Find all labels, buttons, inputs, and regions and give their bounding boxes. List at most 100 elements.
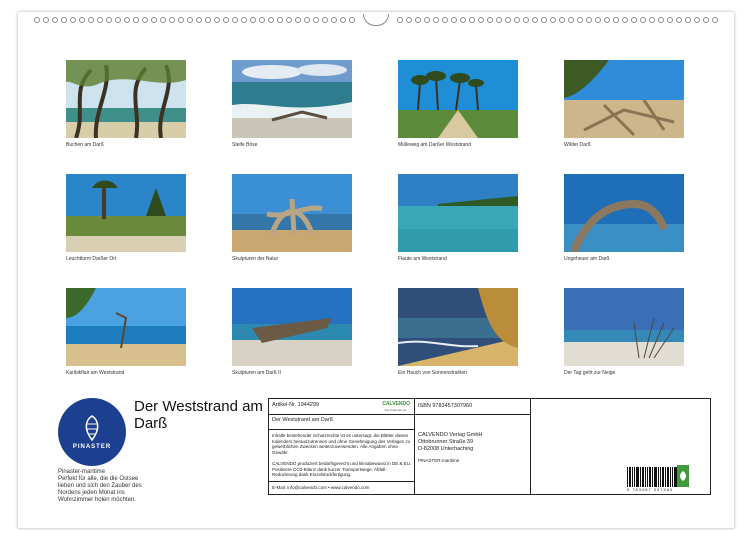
- binding-ring: [523, 17, 529, 23]
- thumbnail-caption: Skulpturen am Darß II: [232, 370, 281, 376]
- binding-ring: [586, 17, 592, 23]
- logo-text: PINASTER: [72, 444, 112, 450]
- thumbnail[interactable]: Karibikflair am Weststrand: [66, 288, 186, 376]
- binding-ring: [649, 17, 655, 23]
- photo-tag-neige: [564, 288, 684, 366]
- barcode-bar: [658, 467, 659, 487]
- binding-ring: [442, 17, 448, 23]
- thumbnail[interactable]: Buchen am Darß: [66, 60, 186, 148]
- binding-ring: [142, 17, 148, 23]
- thumbnail[interactable]: Mülleweg am Darßer Weststrand: [398, 60, 518, 148]
- imprint-col-article: Artikel-Nr. 1944299 CALVENDO Der Kalende…: [269, 399, 415, 494]
- thumbnail[interactable]: Flaute am Weststrand: [398, 174, 518, 262]
- binding-ring: [703, 17, 709, 23]
- binding-ring: [712, 17, 718, 23]
- thumbnail-caption: Buchen am Darß: [66, 142, 104, 148]
- photo-karibikflair: [66, 288, 186, 366]
- divider: [269, 414, 414, 415]
- author-label: PINASTER-maritime: [418, 458, 460, 463]
- eco-notice: CALVENDO produziert bedarfsgerecht und k…: [272, 461, 412, 477]
- divider: [269, 429, 414, 430]
- binding-ring: [424, 17, 430, 23]
- barcode-number: 9 783457 307960: [627, 487, 674, 492]
- calendar-hanger: [363, 14, 389, 26]
- barcode-bar: [654, 467, 657, 487]
- thumbnail[interactable]: Leuchtturm Darßer Ort: [66, 174, 186, 262]
- thumbnail-caption: Wilder Darß: [564, 142, 591, 148]
- photo-sonnenstrahlen: [398, 288, 518, 366]
- imprint-table: Artikel-Nr. 1944299 CALVENDO Der Kalende…: [268, 398, 711, 495]
- photo-steife-brise: [232, 60, 352, 138]
- barcode-bar: [629, 467, 631, 487]
- thumbnail-caption: Skulpturen der Natur: [232, 256, 279, 262]
- binding-ring: [268, 17, 274, 23]
- thumbnail[interactable]: Ein Hauch von Sonnenstrahlen: [398, 288, 518, 376]
- barcode-bar: [660, 467, 661, 487]
- divider: [415, 414, 530, 415]
- binding-ring: [115, 17, 121, 23]
- binding-ring: [349, 17, 355, 23]
- binding-rings-right: [397, 17, 718, 23]
- binding-ring: [151, 17, 157, 23]
- barcode-bar: [645, 467, 646, 487]
- binding-ring: [295, 17, 301, 23]
- binding-ring: [640, 17, 646, 23]
- binding-ring: [604, 17, 610, 23]
- imprint-col-publisher: ISBN 9783457307960 CALVENDO Verlag GmbH …: [415, 399, 531, 494]
- binding-ring: [124, 17, 130, 23]
- barcode-bar: [636, 467, 639, 487]
- binding-ring: [622, 17, 628, 23]
- thumbnail-caption: Mülleweg am Darßer Weststrand: [398, 142, 471, 148]
- binding-ring: [88, 17, 94, 23]
- barcode-bar: [652, 467, 653, 487]
- binding-ring: [478, 17, 484, 23]
- binding-ring: [178, 17, 184, 23]
- binding-ring: [658, 17, 664, 23]
- binding-ring: [433, 17, 439, 23]
- thumbnail-caption: Der Tag geht zur Neige: [564, 370, 616, 376]
- binding-ring: [61, 17, 67, 23]
- pinecone-icon: [85, 415, 99, 442]
- calendar-title: Der Weststrand am Darß: [134, 398, 263, 432]
- pinaster-logo: PINASTER: [58, 398, 126, 466]
- binding-ring: [70, 17, 76, 23]
- thumbnail[interactable]: Steife Brise: [232, 60, 352, 148]
- barcode-bar: [649, 467, 651, 487]
- article-number: Artikel-Nr. 1944299: [272, 402, 320, 408]
- author-name: Pinaster-maritime: [58, 469, 106, 475]
- thumbnail-caption: Ungeheuer am Darß: [564, 256, 610, 262]
- binding-ring: [250, 17, 256, 23]
- thumbnail[interactable]: Wilder Darß: [564, 60, 684, 148]
- binding-ring: [187, 17, 193, 23]
- thumbnail-caption: Ein Hauch von Sonnenstrahlen: [398, 370, 467, 376]
- publisher-city: D-82008 Unterhaching: [418, 446, 474, 452]
- thumbnail[interactable]: Der Tag geht zur Neige: [564, 288, 684, 376]
- binding-ring: [286, 17, 292, 23]
- barcode-bar: [647, 467, 648, 487]
- binding-ring: [169, 17, 175, 23]
- binding-ring: [676, 17, 682, 23]
- binding-ring: [277, 17, 283, 23]
- author-info: Pinaster-maritime Perfekt für alle, die …: [58, 469, 148, 504]
- thumbnail[interactable]: Skulpturen am Darß II: [232, 288, 352, 376]
- barcode-bar: [627, 467, 628, 487]
- barcode-bar: [665, 467, 666, 487]
- binding-ring: [196, 17, 202, 23]
- binding-ring: [322, 17, 328, 23]
- binding-ring: [451, 17, 457, 23]
- binding-ring: [214, 17, 220, 23]
- photo-buchen: [66, 60, 186, 138]
- binding-ring: [487, 17, 493, 23]
- binding-ring: [52, 17, 58, 23]
- thumbnail[interactable]: Ungeheuer am Darß: [564, 174, 684, 262]
- thumbnail[interactable]: Skulpturen der Natur: [232, 174, 352, 262]
- binding-ring: [223, 17, 229, 23]
- photo-ungeheuer: [564, 174, 684, 252]
- binding-ring: [532, 17, 538, 23]
- calvendo-sub: Der Kalender ist …: [384, 408, 410, 412]
- binding-ring: [241, 17, 247, 23]
- photo-flaute: [398, 174, 518, 252]
- photo-leuchtturm: [66, 174, 186, 252]
- binding-ring: [514, 17, 520, 23]
- thumbnail-caption: Karibikflair am Weststrand: [66, 370, 125, 376]
